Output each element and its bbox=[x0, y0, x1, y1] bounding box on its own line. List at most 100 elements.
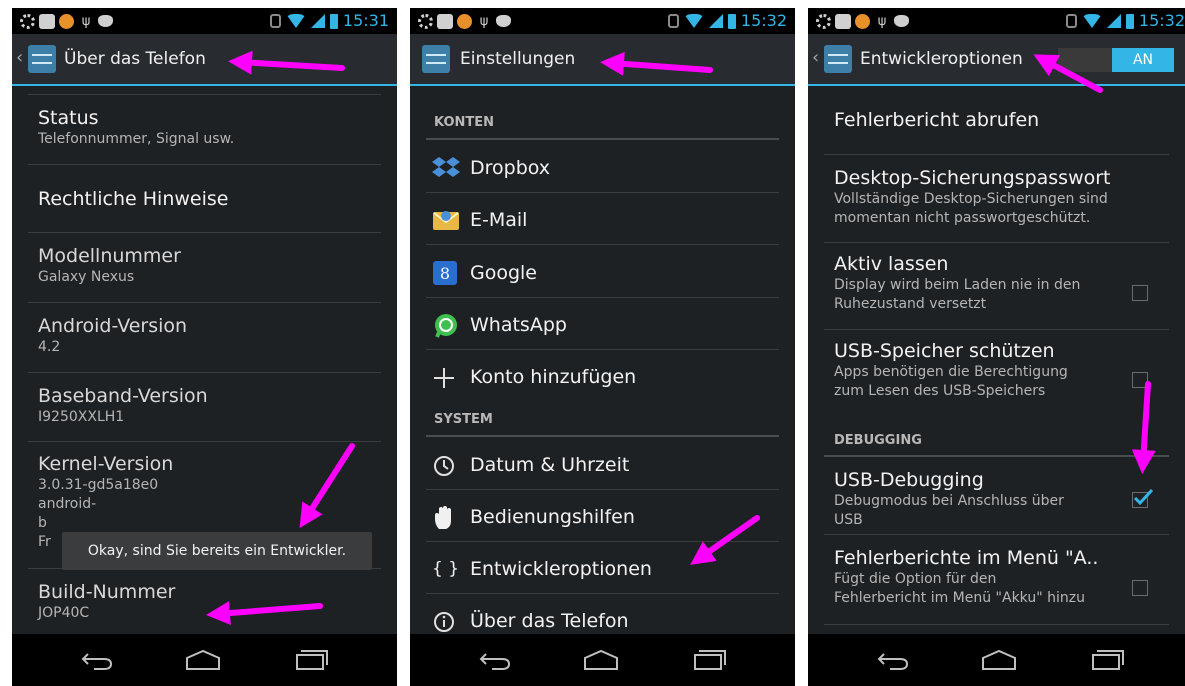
list-item-status[interactable]: Status Telefonnummer, Signal usw. bbox=[38, 106, 381, 149]
item-label: WhatsApp bbox=[470, 314, 567, 336]
stay-awake-checkbox[interactable] bbox=[1132, 285, 1148, 301]
divider bbox=[28, 94, 381, 95]
signal-icon bbox=[310, 14, 325, 28]
section-header-accounts: KONTEN bbox=[434, 115, 495, 130]
home-icon[interactable] bbox=[184, 648, 222, 672]
clock-time: 15:31 bbox=[342, 11, 389, 30]
clock-time: 15:32 bbox=[740, 11, 787, 30]
back-icon[interactable] bbox=[80, 648, 114, 672]
settings-list: KONTEN Dropbox E-Mail 8 Google WhatsApp … bbox=[410, 86, 795, 634]
settings-notification-icon bbox=[816, 13, 831, 29]
list-item-bugreport-power-menu[interactable]: Fehlerberichte im Menü "A.. Fügt die Opt… bbox=[834, 546, 1169, 608]
divider bbox=[426, 192, 779, 193]
list-item-legal[interactable]: Rechtliche Hinweise bbox=[38, 187, 381, 211]
item-subtitle: 3.0.31-gd5a18e0 bbox=[38, 477, 159, 493]
whatsapp-icon bbox=[435, 314, 457, 338]
divider bbox=[28, 164, 381, 165]
plus-icon bbox=[434, 368, 454, 388]
list-item-build-number[interactable]: Build-Nummer JOP40C bbox=[38, 580, 381, 623]
back-caret-icon[interactable]: ‹ bbox=[812, 48, 819, 68]
item-subtitle-line2: zum Lesen des USB-Speichers bbox=[834, 383, 1046, 399]
item-subtitle-line2: Fehlerbericht im Menü "Akku" hinzu bbox=[834, 590, 1085, 606]
battery-icon bbox=[329, 13, 338, 29]
action-bar: ‹ Entwickleroptionen AN bbox=[808, 34, 1185, 86]
google-icon: 8 bbox=[433, 261, 457, 285]
divider bbox=[824, 154, 1169, 155]
list-item-backup-password[interactable]: Desktop-Sicherungspasswort Vollständige … bbox=[834, 166, 1169, 228]
item-label: Entwickleroptionen bbox=[470, 558, 652, 580]
hand-icon bbox=[435, 506, 451, 529]
list-item-bugreport[interactable]: Fehlerbericht abrufen bbox=[834, 108, 1169, 132]
item-subtitle-line2: momentan nicht passwortgeschützt. bbox=[834, 210, 1091, 226]
recent-apps-icon[interactable] bbox=[1088, 648, 1126, 672]
settings-app-icon[interactable] bbox=[28, 45, 56, 73]
item-label: Google bbox=[470, 262, 538, 284]
divider bbox=[426, 244, 779, 245]
recent-apps-icon[interactable] bbox=[690, 648, 728, 672]
divider bbox=[824, 329, 1169, 330]
email-icon bbox=[433, 211, 459, 230]
vibrate-icon bbox=[667, 14, 679, 28]
divider bbox=[28, 232, 381, 233]
item-subtitle: Apps benötigen die Berechtigung bbox=[834, 364, 1068, 380]
item-subtitle: Fügt die Option für den bbox=[834, 571, 997, 587]
back-icon[interactable] bbox=[478, 648, 512, 672]
divider bbox=[426, 489, 779, 490]
divider bbox=[426, 297, 779, 298]
cat-notification-icon bbox=[98, 15, 113, 27]
home-icon[interactable] bbox=[582, 648, 620, 672]
item-subtitle: JOP40C bbox=[38, 605, 90, 621]
wifi-icon bbox=[683, 14, 704, 28]
page-title: Über das Telefon bbox=[64, 49, 206, 69]
back-caret-icon[interactable]: ‹ bbox=[16, 48, 23, 68]
app-notification-icon bbox=[855, 13, 870, 29]
phone-screen-settings: ψ 15:32 Einstellungen KONTEN Dropbox E-M… bbox=[410, 8, 795, 686]
home-icon[interactable] bbox=[980, 648, 1018, 672]
item-subtitle: 4.2 bbox=[38, 339, 61, 355]
list-item-usb-storage-protect[interactable]: USB-Speicher schützen Apps benötigen die… bbox=[834, 339, 1169, 401]
talk-notification-icon bbox=[39, 13, 55, 29]
phone-screen-developer-options: ψ 15:32 ‹ Entwickleroptionen AN Fehlerbe… bbox=[808, 8, 1185, 686]
usb-debugging-checkbox[interactable] bbox=[1132, 488, 1154, 508]
navigation-bar bbox=[410, 634, 795, 686]
item-title: Baseband-Version bbox=[38, 385, 208, 407]
item-subtitle: Debugmodus bei Anschluss über bbox=[834, 493, 1064, 509]
item-label: E-Mail bbox=[470, 209, 528, 231]
item-subtitle-line2: Ruhezustand versetzt bbox=[834, 296, 987, 312]
clock-time: 15:32 bbox=[1138, 11, 1185, 30]
svg-text:8: 8 bbox=[440, 264, 450, 283]
item-subtitle-line2: USB bbox=[834, 512, 863, 528]
app-notification-icon bbox=[59, 13, 74, 29]
divider bbox=[426, 593, 779, 594]
checkmark-icon bbox=[1133, 488, 1154, 506]
usb-icon: ψ bbox=[877, 13, 887, 29]
item-label: Konto hinzufügen bbox=[470, 366, 637, 388]
item-label: Über das Telefon bbox=[470, 610, 629, 632]
list-item-usb-debugging[interactable]: USB-Debugging Debugmodus bei Anschluss ü… bbox=[834, 468, 1169, 530]
back-icon[interactable] bbox=[876, 648, 910, 672]
settings-app-icon[interactable] bbox=[824, 45, 852, 73]
phone-screen-about: ψ 15:31 ‹ Über das Telefon Status Telefo… bbox=[12, 8, 397, 686]
status-bar: ψ 15:32 bbox=[410, 8, 795, 34]
list-item-android-version[interactable]: Android-Version 4.2 bbox=[38, 314, 381, 357]
divider bbox=[426, 541, 779, 542]
item-subtitle: I9250XXLH1 bbox=[38, 409, 125, 425]
vibrate-icon bbox=[1065, 14, 1077, 28]
cat-notification-icon bbox=[894, 15, 909, 27]
recent-apps-icon[interactable] bbox=[292, 648, 330, 672]
settings-app-icon[interactable] bbox=[422, 45, 450, 73]
list-item-stay-awake[interactable]: Aktiv lassen Display wird beim Laden nie… bbox=[834, 252, 1169, 314]
list-item-model[interactable]: Modellnummer Galaxy Nexus bbox=[38, 244, 381, 287]
list-item-baseband[interactable]: Baseband-Version I9250XXLH1 bbox=[38, 384, 381, 427]
divider bbox=[824, 624, 1169, 625]
usb-storage-checkbox[interactable] bbox=[1132, 372, 1148, 388]
developer-options-toggle[interactable]: AN bbox=[1058, 48, 1174, 72]
section-divider bbox=[426, 435, 779, 437]
settings-list: Fehlerbericht abrufen Desktop-Sicherungs… bbox=[808, 86, 1185, 634]
section-header-system: SYSTEM bbox=[434, 412, 493, 427]
bugreport-menu-checkbox[interactable] bbox=[1132, 580, 1148, 596]
divider bbox=[28, 372, 381, 373]
item-title: Android-Version bbox=[38, 315, 188, 337]
usb-icon: ψ bbox=[81, 13, 91, 29]
toast-message: Okay, sind Sie bereits ein Entwickler. bbox=[62, 532, 372, 570]
